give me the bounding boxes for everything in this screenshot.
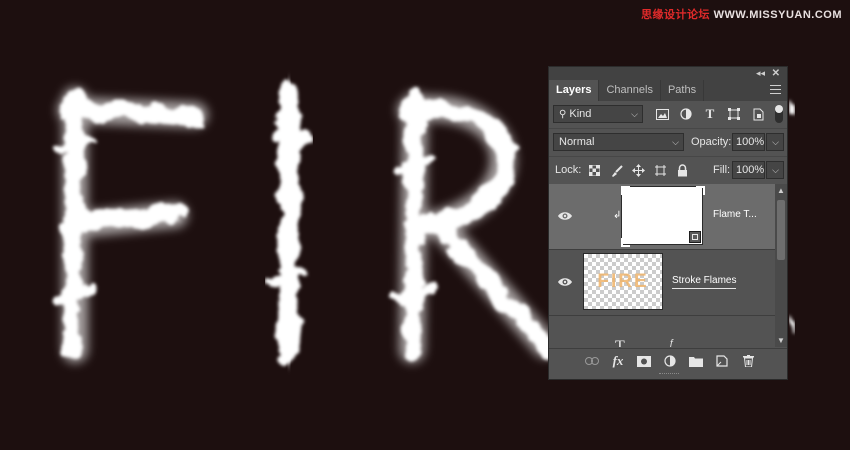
- letter-r: [390, 91, 558, 363]
- lock-row: Lock: Fill: 100% ⌵: [549, 157, 787, 185]
- lock-artboard-icon[interactable]: [652, 162, 669, 179]
- type-layer-icon: T: [615, 338, 625, 347]
- layers-panel: ◂◂ ✕ Layers Channels Paths ⚲ Kind ⌵ T No…: [548, 66, 788, 380]
- search-icon: ⚲: [559, 109, 567, 120]
- lock-label: Lock:: [555, 164, 582, 176]
- effects-icon: ƒ: [669, 338, 675, 347]
- layer-row-flame-texture[interactable]: ↲ Flame T...: [549, 184, 775, 250]
- panel-resize-grip[interactable]: [659, 373, 679, 377]
- fill-label: Fill:: [713, 164, 731, 176]
- close-icon[interactable]: ✕: [772, 67, 780, 80]
- add-mask-icon[interactable]: [635, 353, 653, 369]
- scroll-up-icon[interactable]: ▲: [777, 186, 785, 195]
- eye-icon[interactable]: [557, 276, 573, 288]
- collapse-icon[interactable]: ◂◂: [756, 67, 765, 80]
- layer-list: ↲ Flame T... FIRE Stroke Flames T ƒ: [549, 184, 775, 347]
- filter-row: ⚲ Kind ⌵ T: [549, 101, 787, 129]
- blend-mode-select[interactable]: Normal ⌵: [553, 133, 684, 151]
- layer-row-stroke-flames[interactable]: FIRE Stroke Flames: [549, 250, 775, 316]
- blend-row: Normal ⌵ Opacity: 100% ⌵: [549, 129, 787, 157]
- shape-filter-icon[interactable]: [725, 105, 743, 123]
- lock-move-icon[interactable]: [630, 162, 647, 179]
- layer-name[interactable]: Flame T...: [713, 209, 757, 220]
- layer-name[interactable]: Stroke Flames: [672, 275, 737, 289]
- chevron-down-icon: ⌵: [631, 109, 638, 119]
- tab-layers[interactable]: Layers: [549, 80, 600, 101]
- clipping-mask-icon: ↲: [613, 210, 622, 221]
- letter-i: [267, 81, 311, 364]
- filter-toggle[interactable]: [775, 105, 783, 123]
- adjustment-filter-icon[interactable]: [677, 105, 695, 123]
- layer-list-scrollbar[interactable]: ▲ ▼: [775, 184, 787, 347]
- layer-row-type[interactable]: T ƒ: [549, 316, 775, 347]
- opacity-dropdown[interactable]: ⌵: [766, 133, 784, 151]
- link-layers-icon[interactable]: [583, 353, 601, 369]
- filter-kind-label: Kind: [569, 108, 592, 120]
- chevron-down-icon: ⌵: [772, 165, 779, 175]
- tab-paths[interactable]: Paths: [661, 80, 705, 101]
- right-edge-fragments: [787, 94, 797, 337]
- smart-object-filter-icon[interactable]: [749, 105, 767, 123]
- selection-corner: [621, 238, 630, 247]
- lock-all-icon[interactable]: [674, 162, 691, 179]
- adjustment-layer-icon[interactable]: [661, 353, 679, 369]
- tab-channels[interactable]: Channels: [599, 80, 661, 101]
- fill-dropdown[interactable]: ⌵: [766, 161, 784, 179]
- filter-icons: T: [653, 105, 767, 123]
- fill-field[interactable]: 100%: [732, 161, 765, 179]
- scroll-thumb[interactable]: [777, 200, 785, 260]
- opacity-label: Opacity:: [691, 136, 732, 148]
- folder-icon[interactable]: [687, 353, 705, 369]
- letter-f: [53, 87, 208, 363]
- layers-bottom-toolbar: fx: [549, 348, 787, 373]
- layer-thumbnail[interactable]: FIRE: [583, 253, 663, 310]
- chevron-down-icon: ⌵: [772, 137, 779, 147]
- smart-object-badge-icon: [689, 231, 701, 243]
- type-filter-icon[interactable]: T: [701, 105, 719, 123]
- panel-titlebar: ◂◂ ✕: [549, 67, 787, 80]
- lock-icons: [586, 162, 691, 179]
- pixel-filter-icon[interactable]: [653, 105, 671, 123]
- chevron-down-icon: ⌵: [672, 137, 679, 147]
- fx-icon[interactable]: fx: [609, 353, 627, 369]
- filter-kind-select[interactable]: ⚲ Kind ⌵: [553, 105, 643, 123]
- selection-corner: [621, 186, 630, 195]
- selection-corner: [696, 186, 705, 195]
- trash-icon[interactable]: [739, 353, 757, 369]
- new-layer-icon[interactable]: [713, 353, 731, 369]
- panel-tabs: Layers Channels Paths: [549, 80, 787, 101]
- scroll-down-icon[interactable]: ▼: [777, 336, 785, 345]
- panel-menu-icon[interactable]: [770, 85, 781, 94]
- opacity-field[interactable]: 100%: [732, 133, 765, 151]
- bottom-icons: fx: [583, 353, 757, 369]
- eye-icon[interactable]: [557, 210, 573, 222]
- thumbnail-text: FIRE: [597, 270, 649, 292]
- lock-brush-icon[interactable]: [608, 162, 625, 179]
- lock-transparent-icon[interactable]: [586, 162, 603, 179]
- blend-mode-value: Normal: [559, 136, 595, 148]
